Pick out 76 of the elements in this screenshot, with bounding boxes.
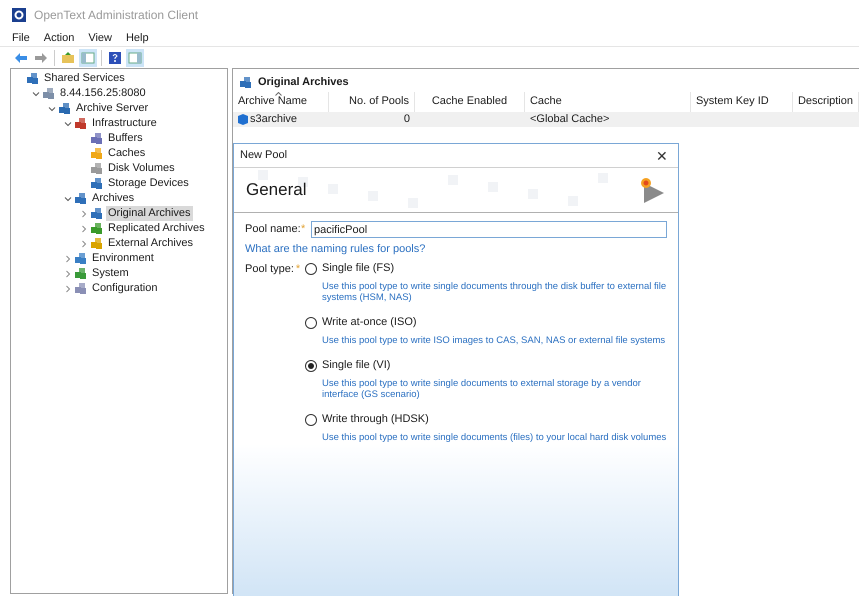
option-description: Use this pool type to write ISO images to CAS, SAN, NAS or external file systems [322,334,666,346]
node-icon [74,192,87,205]
table-cell-text: 0 [404,112,410,128]
close-button[interactable]: ✕ [652,148,672,162]
node-icon [74,282,87,295]
chevron-down-icon[interactable] [48,104,56,112]
menu-item[interactable]: Help [126,30,149,46]
sort-caret-icon [274,92,282,96]
field-label: Pool type: [245,262,295,276]
node-icon [238,76,252,88]
chevron-right-icon[interactable] [64,270,72,278]
tree-item[interactable]: 8.44.156.25:8080 [58,86,148,101]
required-mark: * [301,222,306,238]
menu-item[interactable]: Action [44,30,74,46]
tree-item[interactable]: Storage Devices [106,176,191,191]
app-logo-icon [12,8,26,22]
table-cell-text: s3archive [250,112,298,128]
dialog-title: New Pool [240,148,288,164]
menu-item[interactable]: View [88,30,112,46]
node-icon [90,237,103,250]
tree-item[interactable]: Replicated Archives [106,221,207,236]
option-description: Use this pool type to write single documents through the disk buffer to external file systems (HSM, NAS) [322,280,667,302]
window-title: OpenText Administration Client [34,7,198,24]
tree-item[interactable]: Archive Server [74,101,150,116]
tree-item[interactable]: Infrastructure [90,116,159,131]
chevron-down-icon[interactable] [32,90,40,98]
table-cell-text: <Global Cache> [530,112,610,128]
radio-label[interactable]: Write through (HDSK) [322,411,429,428]
node-icon [90,222,103,235]
naming-rules-link[interactable]: What are the naming rules for pools? [245,241,667,258]
node-icon [58,102,71,115]
node-icon [74,267,87,280]
chevron-right-icon[interactable] [64,254,72,262]
panel-icon[interactable] [79,48,97,66]
field-label: Pool name: [245,222,301,238]
pane-title: Original Archives [258,74,349,90]
chevron-right-icon[interactable] [80,240,88,248]
radio-label[interactable]: Write at-once (ISO) [322,314,417,331]
tree-item[interactable]: Configuration [90,281,160,296]
menu-item[interactable]: File [12,30,30,46]
tree-item[interactable]: Environment [90,251,156,266]
cube-icon [238,114,248,125]
node-icon [90,207,103,220]
chevron-right-icon[interactable] [64,284,72,292]
option-description: Use this pool type to write single documents to external storage by a vendor interface (GS scenario) [322,378,642,400]
tree-item[interactable]: System [90,266,131,281]
chevron-right-icon[interactable] [80,210,88,218]
tree-item[interactable]: External Archives [106,236,195,251]
option-description: Use this pool type to write single documents (files) to your local hard disk volumes [322,432,667,442]
tree-item[interactable]: Caches [106,146,148,161]
tree-item[interactable]: Archives [90,191,136,206]
node-icon [42,87,55,100]
pool-name-field[interactable]: pacificPool [311,221,667,238]
radio-button[interactable] [305,360,317,372]
radio-button[interactable] [305,262,317,274]
table-row[interactable]: s3archive 0 <Global Cache> [232,112,859,127]
tree-item[interactable]: Buffers [106,131,145,146]
tree-item[interactable]: Disk Volumes [106,161,177,176]
radio-button[interactable] [305,414,317,426]
node-icon [90,147,103,160]
section-heading: General [246,179,306,202]
node-icon [90,177,103,190]
required-mark: * [296,262,302,276]
node-icon [90,132,103,145]
tree-item[interactable]: Shared Services [42,71,127,86]
tree-item[interactable]: Original Archives [106,206,193,221]
radio-label[interactable]: Single file (FS) [322,260,394,277]
node-icon [90,162,103,175]
radio-button[interactable] [305,316,317,328]
chevron-right-icon[interactable] [80,224,88,232]
chevron-down-icon[interactable] [64,194,72,202]
node-icon [26,72,39,85]
node-icon [74,252,87,265]
node-icon [74,117,87,130]
radio-label[interactable]: Single file (VI) [322,357,390,374]
chevron-down-icon[interactable] [64,120,72,128]
